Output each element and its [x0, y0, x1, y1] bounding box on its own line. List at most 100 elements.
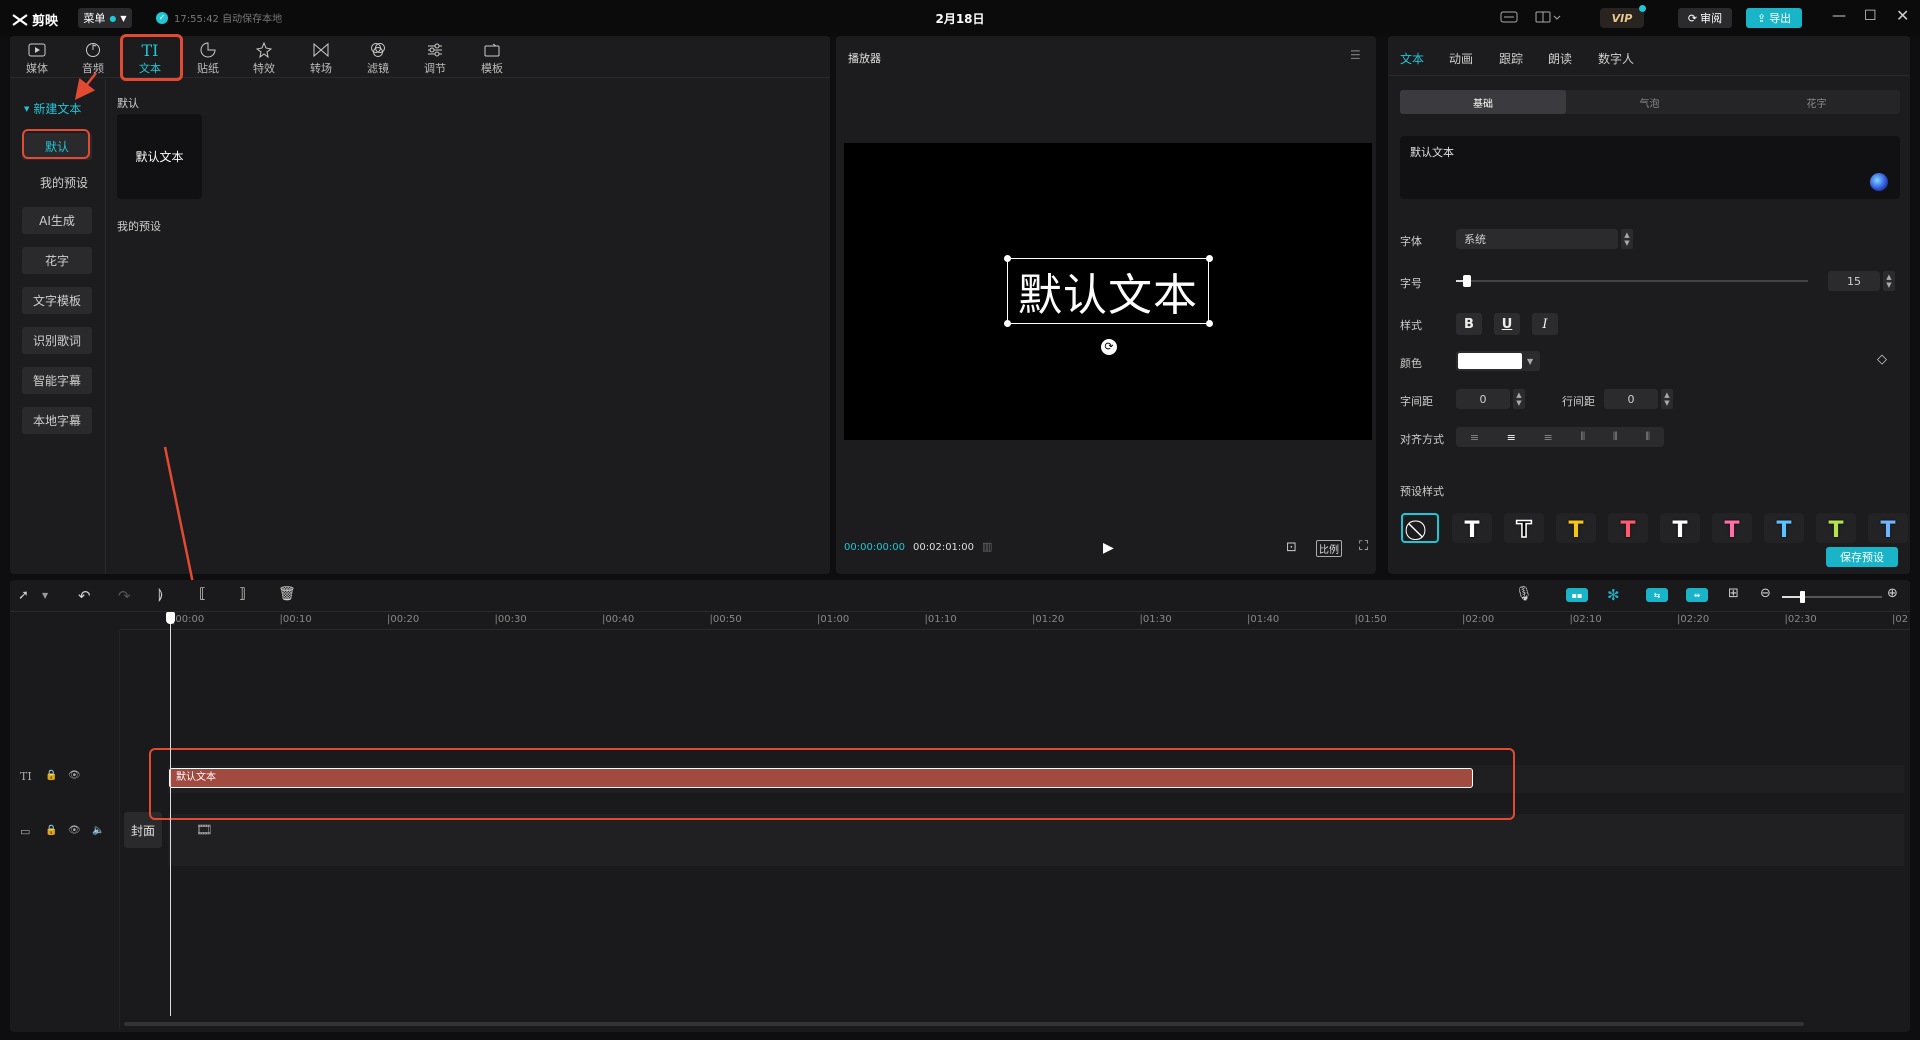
subtab-basic[interactable]: 基础: [1400, 90, 1566, 114]
size-stepper[interactable]: ▲ ▼: [1883, 271, 1895, 291]
tab-inspector-digital-human[interactable]: 数字人: [1598, 50, 1634, 67]
sidebar-item-lyrics[interactable]: 识别歌词: [22, 327, 92, 354]
color-picker[interactable]: ▼: [1456, 351, 1540, 371]
resize-handle-br[interactable]: [1206, 320, 1213, 327]
align-center-icon[interactable]: ≡: [1507, 431, 1516, 444]
preview-text-box[interactable]: 默认文本: [1007, 258, 1209, 324]
maximize-icon[interactable]: ☐: [1864, 8, 1877, 24]
line-spacing-input[interactable]: 0: [1604, 389, 1658, 409]
tab-audio[interactable]: 音频: [68, 40, 118, 80]
layout-icon[interactable]: [1535, 10, 1561, 24]
fullscreen-icon[interactable]: ⛶: [1359, 539, 1368, 554]
zoom-in-icon[interactable]: ⊕: [1887, 586, 1898, 601]
tab-sticker[interactable]: 贴纸: [183, 40, 233, 80]
play-icon[interactable]: ▶: [1103, 540, 1114, 556]
tab-media[interactable]: 媒体: [12, 40, 62, 80]
ratio-button[interactable]: 比例: [1316, 540, 1342, 557]
sidebar-item-auto-captions[interactable]: 智能字幕: [22, 367, 92, 394]
vip-badge[interactable]: VIP: [1600, 5, 1646, 28]
bold-button[interactable]: B: [1456, 313, 1482, 335]
timeline-grid-icon[interactable]: ▥: [982, 540, 992, 553]
sidebar-item-local-captions[interactable]: 本地字幕: [22, 407, 92, 434]
preset-style-2[interactable]: T: [1504, 513, 1544, 543]
tab-inspector-animation[interactable]: 动画: [1449, 50, 1473, 67]
review-button[interactable]: ⟳ 审阅: [1678, 8, 1732, 28]
preset-style-4[interactable]: T: [1608, 513, 1648, 543]
resize-handle-tr[interactable]: [1206, 255, 1213, 262]
underline-button[interactable]: U: [1494, 313, 1520, 335]
select-tool-icon[interactable]: ➚: [18, 588, 29, 603]
chevron-down-icon[interactable]: ▼: [42, 591, 48, 600]
menu-button[interactable]: 菜单 ● ▼: [78, 8, 132, 28]
preset-style-1[interactable]: T: [1452, 513, 1492, 543]
timeline-preview-icon[interactable]: ⊞: [1728, 586, 1739, 601]
preset-style-8[interactable]: T: [1816, 513, 1856, 543]
line-spacing-stepper[interactable]: ▲ ▼: [1661, 389, 1673, 409]
tab-effects[interactable]: 特效: [239, 40, 289, 80]
main-track-magnet-icon[interactable]: ▪▪: [1566, 588, 1588, 602]
eye-icon[interactable]: 👁: [68, 770, 81, 781]
align-middle-icon[interactable]: ⦀: [1613, 430, 1618, 444]
size-slider[interactable]: [1456, 280, 1808, 282]
size-input[interactable]: 15: [1828, 271, 1880, 291]
save-preset-button[interactable]: 保存预设: [1826, 547, 1898, 567]
undo-icon[interactable]: ↶: [78, 587, 91, 605]
playhead[interactable]: [170, 612, 171, 1016]
tab-inspector-text[interactable]: 文本: [1400, 50, 1424, 67]
preview-axis-icon[interactable]: ⇹: [1686, 588, 1708, 602]
rotate-handle-icon[interactable]: ⟳: [1101, 339, 1117, 355]
italic-button[interactable]: I: [1532, 313, 1558, 335]
preset-style-9[interactable]: T: [1868, 513, 1908, 543]
lock-icon[interactable]: 🔒: [45, 825, 57, 836]
tab-template[interactable]: 模板: [467, 40, 517, 80]
eye-icon[interactable]: 👁: [68, 825, 81, 836]
player-menu-icon[interactable]: ☰: [1350, 48, 1361, 62]
microphone-icon[interactable]: 🎙: [1515, 586, 1533, 602]
fit-view-icon[interactable]: ⊡: [1286, 540, 1297, 555]
new-text-category[interactable]: ▼ 新建文本: [24, 100, 81, 117]
close-icon[interactable]: ✕: [1896, 6, 1909, 25]
audio-mute-icon[interactable]: 🔈: [92, 825, 104, 836]
tab-adjust[interactable]: 调节: [410, 40, 460, 80]
align-top-icon[interactable]: ⦀: [1580, 430, 1585, 444]
keyboard-icon[interactable]: [1500, 10, 1518, 24]
resize-handle-tl[interactable]: [1004, 255, 1011, 262]
tab-inspector-tracking[interactable]: 跟踪: [1499, 50, 1523, 67]
subtab-fancy[interactable]: 花字: [1733, 90, 1900, 114]
playhead-handle[interactable]: [166, 612, 175, 624]
tab-inspector-read-aloud[interactable]: 朗读: [1548, 50, 1572, 67]
sidebar-item-my-presets[interactable]: 我的预设: [22, 169, 106, 196]
redo-icon[interactable]: ↷: [118, 587, 131, 605]
timeline-scrollbar[interactable]: [124, 1022, 1804, 1026]
font-select-arrows[interactable]: ▲ ▼: [1621, 229, 1633, 249]
letter-spacing-stepper[interactable]: ▲ ▼: [1513, 389, 1525, 409]
delete-icon[interactable]: 🗑: [278, 586, 296, 602]
size-slider-thumb[interactable]: [1462, 275, 1471, 287]
align-right-icon[interactable]: ≡: [1544, 431, 1553, 444]
trim-left-icon[interactable]: ⟦: [199, 586, 206, 602]
linkage-icon[interactable]: ⇆: [1646, 588, 1668, 602]
split-icon[interactable]: ⟭: [158, 586, 163, 602]
font-select[interactable]: 系统: [1456, 229, 1618, 249]
sidebar-item-text-template[interactable]: 文字模板: [22, 287, 92, 314]
subtab-bubble[interactable]: 气泡: [1566, 90, 1733, 114]
tab-transition[interactable]: 转场: [296, 40, 346, 80]
align-bottom-icon[interactable]: ⦀: [1645, 430, 1650, 444]
minimize-icon[interactable]: —: [1832, 8, 1846, 24]
preset-style-7[interactable]: T: [1764, 513, 1804, 543]
zoom-slider-thumb[interactable]: [1800, 591, 1805, 603]
export-button[interactable]: ⇪ 导出: [1746, 8, 1802, 28]
keyframe-diamond-icon[interactable]: ◇: [1877, 352, 1887, 367]
ai-assistant-icon[interactable]: [1870, 173, 1888, 191]
auto-snap-icon[interactable]: ✻: [1607, 586, 1620, 604]
sidebar-item-ai-generate[interactable]: AI生成: [22, 207, 92, 234]
tab-filter[interactable]: 滤镜: [353, 40, 403, 80]
preset-style-3[interactable]: T: [1556, 513, 1596, 543]
text-input-area[interactable]: 默认文本: [1400, 136, 1900, 199]
preset-style-6[interactable]: T: [1712, 513, 1752, 543]
default-text-card[interactable]: 默认文本: [117, 114, 202, 199]
sidebar-item-fancy-text[interactable]: 花字: [22, 247, 92, 274]
letter-spacing-input[interactable]: 0: [1456, 389, 1510, 409]
resize-handle-bl[interactable]: [1004, 320, 1011, 327]
trim-right-icon[interactable]: ⟧: [239, 586, 246, 602]
